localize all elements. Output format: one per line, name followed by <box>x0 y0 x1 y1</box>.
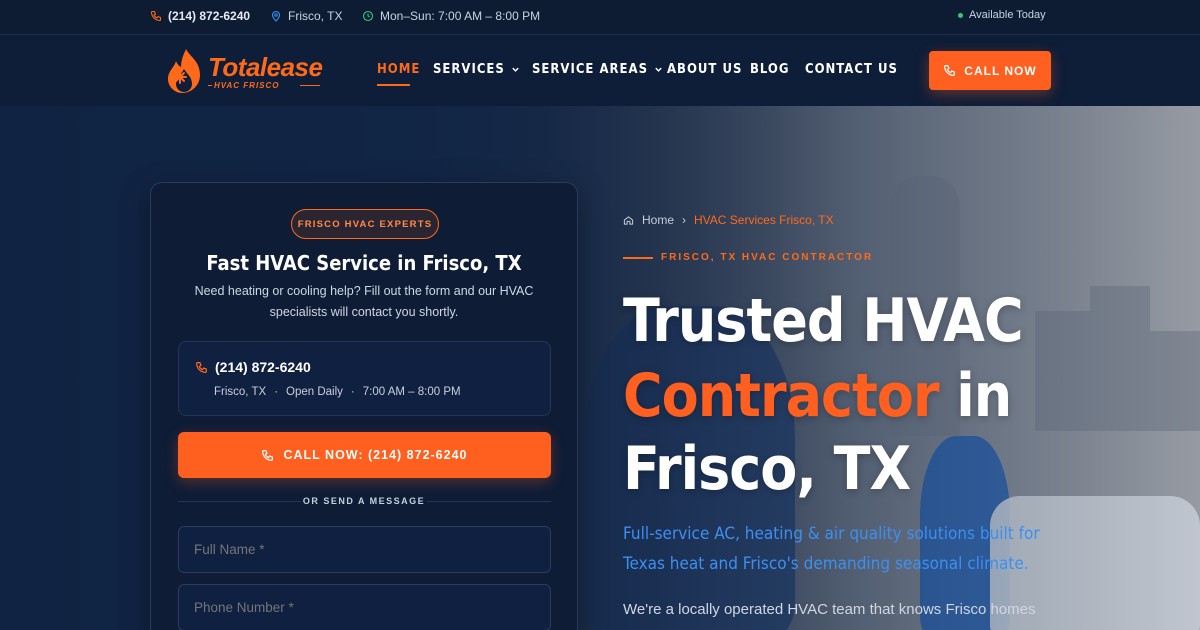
logo-rule-left <box>208 85 212 86</box>
logo-tagline: HVAC FRISCO <box>214 81 280 90</box>
call-now-phone-label: CALL NOW: (214) 872-6240 <box>283 448 468 462</box>
status-dot-icon <box>958 12 963 18</box>
phone-icon <box>196 361 207 373</box>
meta-separator: · <box>350 386 355 398</box>
breadcrumb: Home › HVAC Services Frisco, TX <box>623 213 834 227</box>
experts-badge: FRISCO HVAC EXPERTS <box>291 209 439 239</box>
hero-headline-line-2: Contractor in <box>623 360 1012 432</box>
phone-number-input[interactable] <box>178 584 551 630</box>
eyebrow-rule <box>623 257 653 259</box>
hero-headline-line-2-rest: in <box>938 361 1012 431</box>
hero-eyebrow: FRISCO, TX HVAC CONTRACTOR <box>661 252 874 263</box>
phone-icon <box>150 10 162 22</box>
hero-headline-accent: Contractor <box>623 361 940 431</box>
topbar-location-text: Frisco, TX <box>288 9 343 23</box>
topbar-hours-text: Mon–Sun: 7:00 AM – 8:00 PM <box>380 9 541 23</box>
top-info-bar: (214) 872-6240 Frisco, TX Mon–Sun: 7:00 … <box>0 0 1200 35</box>
call-now-phone-button[interactable]: CALL NOW: (214) 872-6240 <box>178 432 551 478</box>
nav-contact-us-label: CONTACT US <box>805 62 898 77</box>
contact-city: Frisco, TX <box>214 386 267 398</box>
form-card-description: Need heating or cooling help? Fill out t… <box>194 284 534 319</box>
header-call-now-button[interactable]: CALL NOW <box>929 51 1051 90</box>
contact-phone[interactable]: (214) 872-6240 <box>195 359 311 375</box>
topbar-location: Frisco, TX <box>270 9 342 23</box>
contact-open: Open Daily <box>286 386 343 398</box>
meta-separator: · <box>274 386 279 398</box>
hero-headline-line-1: Trusted HVAC <box>623 286 1024 356</box>
breadcrumb-home[interactable]: Home <box>642 213 674 227</box>
nav-blog[interactable]: BLOG <box>750 62 789 77</box>
contact-phone-text: (214) 872-6240 <box>215 359 311 375</box>
nav-active-underline <box>377 84 410 86</box>
topbar-phone[interactable]: (214) 872-6240 <box>150 9 250 23</box>
nav-services[interactable]: SERVICES <box>433 62 520 77</box>
phone-icon <box>262 449 274 461</box>
site-header: Totalease HVAC FRISCO HOME SERVICES SERV… <box>0 35 1200 106</box>
nav-service-areas[interactable]: SERVICE AREAS <box>532 62 663 77</box>
nav-about-us[interactable]: ABOUT US <box>667 62 742 77</box>
logo[interactable]: Totalease HVAC FRISCO <box>160 47 325 95</box>
hero-headline-line-3: Frisco, TX <box>623 434 911 504</box>
topbar-phone-text: (214) 872-6240 <box>168 9 251 23</box>
chevron-down-icon <box>512 67 519 72</box>
nav-blog-label: BLOG <box>750 62 790 77</box>
nav-about-us-label: ABOUT US <box>667 62 743 77</box>
chevron-right-icon: › <box>682 213 687 227</box>
form-card-title: Fast HVAC Service in Frisco, TX <box>206 251 522 275</box>
topbar-hours: Mon–Sun: 7:00 AM – 8:00 PM <box>362 9 540 23</box>
availability-status: Available Today <box>958 9 1046 21</box>
nav-services-label: SERVICES <box>433 62 505 77</box>
availability-text: Available Today <box>969 9 1046 21</box>
home-icon <box>623 215 634 225</box>
divider-text: OR SEND A MESSAGE <box>301 496 427 506</box>
flame-snowflake-logo-icon <box>168 49 200 93</box>
nav-contact-us[interactable]: CONTACT US <box>805 62 898 77</box>
logo-rule-right <box>300 85 320 86</box>
chevron-down-icon <box>655 67 662 72</box>
hero-body-text: We're a locally operated HVAC team that … <box>623 601 1036 618</box>
quote-form-card: FRISCO HVAC EXPERTS Fast HVAC Service in… <box>150 182 578 630</box>
header-call-now-label: CALL NOW <box>964 63 1037 78</box>
logo-wordmark: Totalease <box>208 52 323 82</box>
nav-home[interactable]: HOME <box>377 62 420 77</box>
hero-lead-text: Full-service AC, heating & air quality s… <box>623 524 1040 574</box>
clock-icon <box>362 10 374 22</box>
phone-icon <box>944 65 956 76</box>
contact-hours: 7:00 AM – 8:00 PM <box>362 386 461 398</box>
full-name-input[interactable] <box>178 526 551 573</box>
map-pin-icon <box>271 10 281 22</box>
contact-meta: Frisco, TX · Open Daily · 7:00 AM – 8:00… <box>214 386 461 398</box>
nav-service-areas-label: SERVICE AREAS <box>532 62 648 77</box>
breadcrumb-current: HVAC Services Frisco, TX <box>694 213 834 227</box>
contact-info-box: (214) 872-6240 Frisco, TX · Open Daily ·… <box>178 341 551 416</box>
nav-home-label: HOME <box>377 62 421 77</box>
